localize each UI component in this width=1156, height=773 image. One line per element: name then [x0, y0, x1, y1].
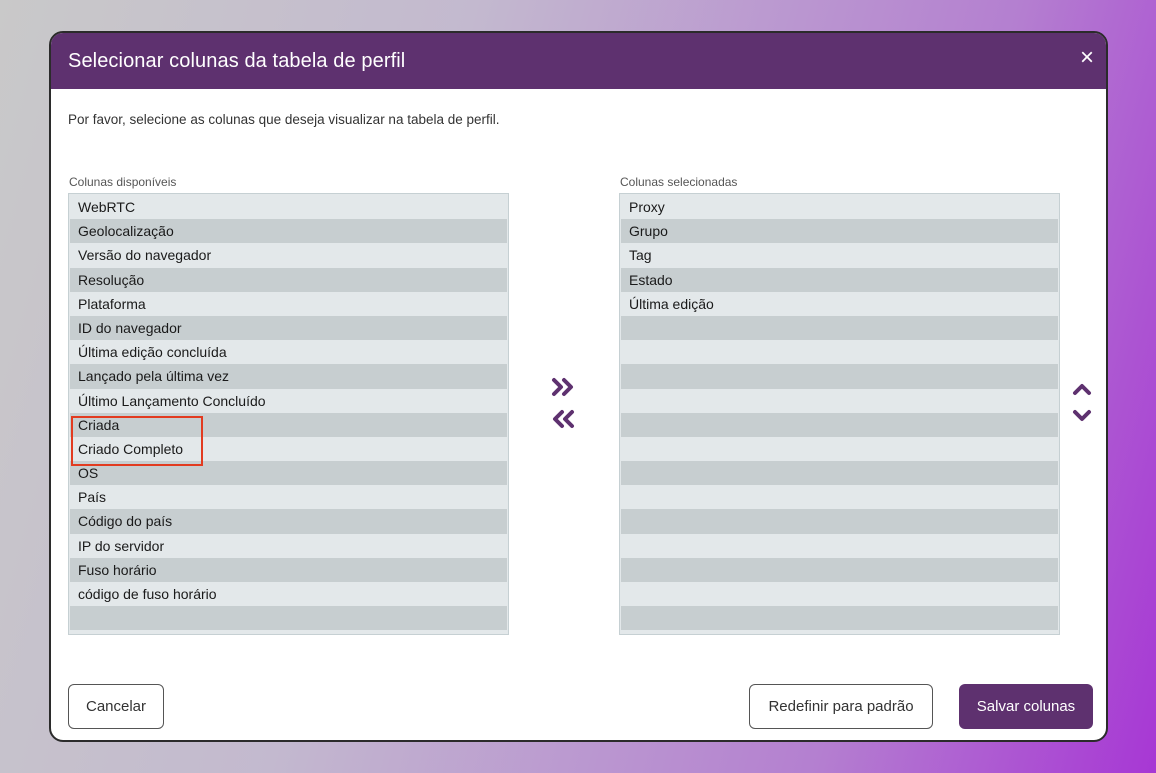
list-item[interactable]: Resolução: [70, 267, 507, 292]
chevron-up-icon[interactable]: [1067, 376, 1097, 402]
list-item[interactable]: [621, 509, 1058, 534]
selected-columns-label: Colunas selecionadas: [620, 175, 738, 189]
close-icon[interactable]: ×: [1074, 45, 1100, 71]
list-item[interactable]: Código do país: [70, 509, 507, 534]
available-columns-label: Colunas disponíveis: [69, 175, 177, 189]
list-item[interactable]: Lançado pela última vez: [70, 364, 507, 389]
list-item[interactable]: Fuso horário: [70, 557, 507, 582]
list-item[interactable]: País: [70, 485, 507, 510]
list-item[interactable]: [621, 461, 1058, 486]
list-item[interactable]: [621, 582, 1058, 607]
list-item[interactable]: [621, 388, 1058, 413]
list-item[interactable]: Proxy: [621, 195, 1058, 220]
list-item[interactable]: código de fuso horário: [70, 582, 507, 607]
double-chevron-right-icon[interactable]: [547, 374, 581, 400]
dialog-instructions: Por favor, selecione as colunas que dese…: [68, 112, 500, 127]
selection-highlight: [71, 416, 203, 466]
list-item[interactable]: [621, 557, 1058, 582]
column-selector-dialog: Selecionar colunas da tabela de perfil ×…: [49, 31, 1108, 742]
available-columns-list[interactable]: WebRTC Geolocalização Versão do navegador R…: [68, 193, 509, 635]
list-item[interactable]: Tag: [621, 243, 1058, 268]
save-columns-button[interactable]: Salvar colunas: [959, 684, 1093, 729]
list-item[interactable]: Última edição: [621, 291, 1058, 316]
list-item[interactable]: Geolocalização: [70, 219, 507, 244]
list-item[interactable]: WebRTC: [70, 195, 507, 220]
list-item[interactable]: [621, 340, 1058, 365]
double-chevron-left-icon[interactable]: [547, 406, 581, 432]
list-item[interactable]: [621, 533, 1058, 558]
list-item[interactable]: IP do servidor: [70, 533, 507, 558]
list-item[interactable]: Plataforma: [70, 291, 507, 316]
list-item[interactable]: Última edição concluída: [70, 340, 507, 365]
list-item[interactable]: [621, 364, 1058, 389]
list-item[interactable]: Estado: [621, 267, 1058, 292]
chevron-down-icon[interactable]: [1067, 403, 1097, 429]
reset-default-button[interactable]: Redefinir para padrão: [749, 684, 933, 729]
list-item[interactable]: Último Lançamento Concluído: [70, 388, 507, 413]
list-item[interactable]: [621, 485, 1058, 510]
cancel-button[interactable]: Cancelar: [68, 684, 164, 729]
list-item[interactable]: [621, 606, 1058, 631]
list-item[interactable]: Versão do navegador: [70, 243, 507, 268]
selected-columns-list[interactable]: Proxy Grupo Tag Estado Última edição: [619, 193, 1060, 635]
dialog-header: Selecionar colunas da tabela de perfil ×: [51, 33, 1106, 89]
list-item[interactable]: [621, 436, 1058, 462]
list-item[interactable]: Grupo: [621, 219, 1058, 244]
list-item[interactable]: ID do navegador: [70, 315, 507, 341]
list-item[interactable]: [621, 315, 1058, 341]
dialog-title: Selecionar colunas da tabela de perfil: [68, 49, 406, 72]
list-item[interactable]: [621, 412, 1058, 437]
list-item[interactable]: [70, 606, 507, 631]
